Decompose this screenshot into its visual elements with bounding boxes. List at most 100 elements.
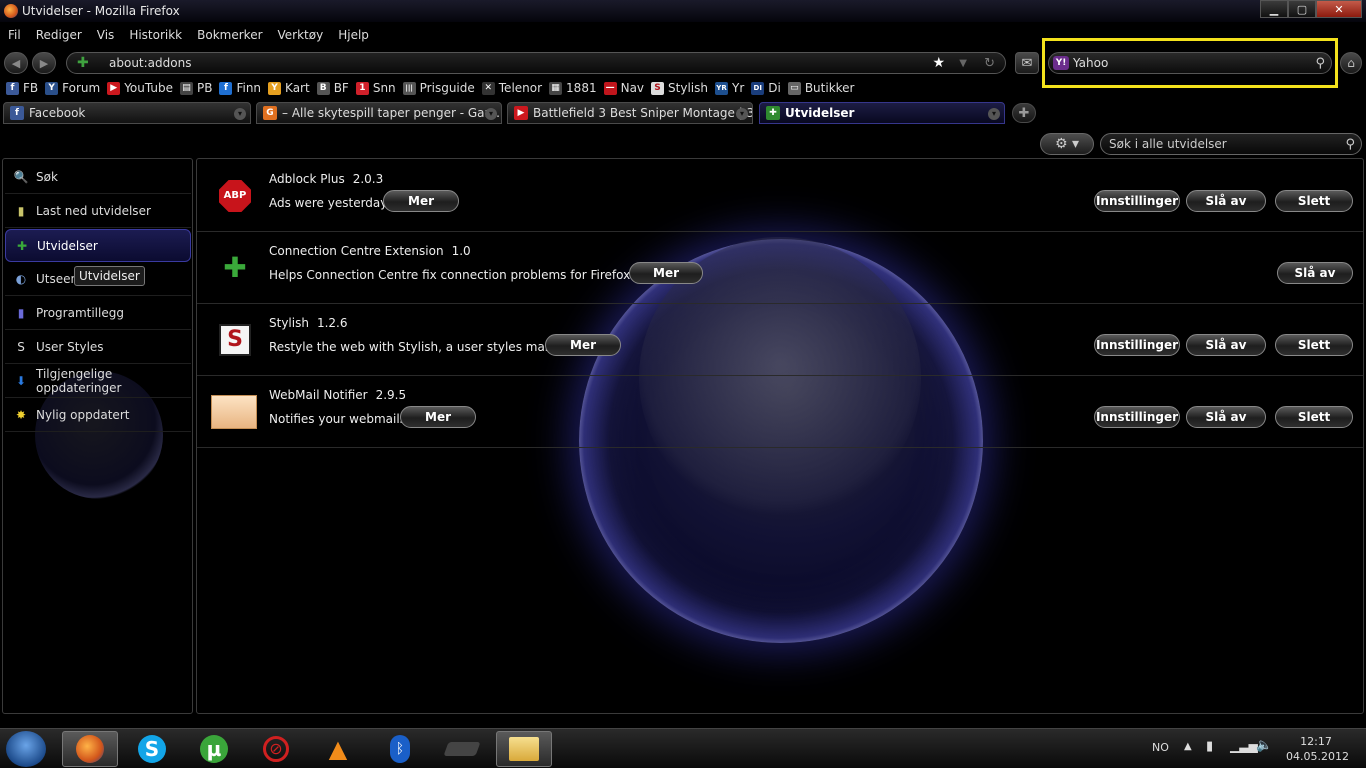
remove-button[interactable]: Slett — [1275, 190, 1353, 212]
tab-close-icon[interactable]: ▾ — [736, 108, 748, 120]
skype-icon[interactable]: S — [124, 731, 180, 767]
bookmark-label: YouTube — [124, 81, 173, 95]
menu-view[interactable]: Vis — [97, 28, 115, 42]
addon-search-field[interactable]: ⚲ — [1100, 133, 1362, 155]
disable-button[interactable]: Slå av — [1186, 406, 1266, 428]
yr-icon: YR — [714, 81, 728, 95]
forward-arrow-icon: ▶ — [39, 56, 49, 70]
ps3-icon[interactable] — [434, 731, 490, 767]
tab-close-icon[interactable]: ▾ — [988, 108, 1000, 120]
bookmark-yr[interactable]: YR Yr — [714, 81, 744, 95]
new-tab-button[interactable]: ✚ — [1012, 103, 1036, 123]
search-icon[interactable]: ⚲ — [1345, 137, 1355, 152]
menu-help[interactable]: Hjelp — [338, 28, 369, 42]
firefox-icon[interactable] — [62, 731, 118, 767]
settings-button[interactable]: Innstillinger — [1094, 334, 1180, 356]
bookmark-kart[interactable]: Y Kart — [268, 81, 310, 95]
menu-file[interactable]: Fil — [8, 28, 21, 42]
addon-row[interactable]: WebMail Notifier 2.9.5 Notifies your webma… — [197, 376, 1363, 448]
forum-icon: Y — [45, 81, 59, 95]
url-text[interactable]: about:addons — [109, 56, 191, 70]
tab-2[interactable]: G – Alle skytespill taper penger - Gam...… — [256, 102, 502, 124]
bookmark-nav[interactable]: — Nav — [603, 81, 645, 95]
bookmark-youtube[interactable]: ▶ YouTube — [107, 81, 173, 95]
bookmark-pb[interactable]: ▤ PB — [179, 81, 212, 95]
bookmark-di[interactable]: DI Di — [751, 81, 781, 95]
bookmark-star-icon[interactable]: ★ — [932, 55, 945, 71]
bookmark-snn[interactable]: 1 Snn — [355, 81, 396, 95]
bookmark-1881[interactable]: ▦ 1881 — [549, 81, 597, 95]
disable-button[interactable]: Slå av — [1186, 190, 1266, 212]
search-bar[interactable]: Y! Yahoo ⚲ — [1048, 52, 1332, 74]
settings-button[interactable]: Innstillinger — [1094, 406, 1180, 428]
search-icon[interactable]: ⚲ — [1315, 56, 1325, 71]
blocked-icon[interactable]: ⊘ — [248, 731, 304, 767]
tab-1[interactable]: f Facebook ▾ — [3, 102, 251, 124]
webmail-button[interactable]: ✉ — [1015, 52, 1039, 74]
more-button[interactable]: Mer — [400, 406, 476, 428]
addon-row[interactable]: ABP Adblock Plus 2.0.3 Ads were yesterday! M… — [197, 160, 1363, 232]
addon-row[interactable]: ✚ Connection Centre Extension 1.0 Helps Con… — [197, 232, 1363, 304]
minimize-button[interactable]: ▁ — [1260, 0, 1288, 18]
addon-row[interactable]: S Stylish 1.2.6 Restyle the web with Stylis… — [197, 304, 1363, 376]
network-icon[interactable]: ▁▃▅ — [1230, 739, 1258, 753]
volume-icon[interactable]: 🔈 — [1256, 738, 1272, 753]
utorrent-icon[interactable]: µ — [186, 731, 242, 767]
vlc-icon[interactable]: ▲ — [310, 731, 366, 767]
reload-icon[interactable]: ↻ — [984, 56, 995, 71]
close-button[interactable]: ✕ — [1316, 0, 1362, 18]
bookmarks-toolbar: f FB Y Forum ▶ YouTube ▤ PB f Finn Y Kart B BF 1 Snn |||… — [0, 78, 862, 98]
bookmark-butikker[interactable]: ▭ Butikker — [787, 81, 855, 95]
bookmark-finn[interactable]: f Finn — [219, 81, 261, 95]
menu-tools[interactable]: Verktøy — [278, 28, 324, 42]
home-button[interactable]: ⌂ — [1340, 52, 1362, 74]
back-button[interactable]: ◀ — [4, 52, 28, 74]
dropdown-arrow-icon[interactable]: ▼ — [959, 58, 967, 69]
bookmark-forum[interactable]: Y Forum — [45, 81, 100, 95]
url-bar[interactable]: ✚ about:addons ★ ▼ ↻ — [66, 52, 1006, 74]
tray-expand-icon[interactable]: ▲ — [1184, 741, 1192, 752]
tab-3[interactable]: ▶ Battlefield 3 Best Sniper Montage | 3..… — [507, 102, 753, 124]
language-indicator[interactable]: NO — [1152, 741, 1169, 754]
bookmark-bf[interactable]: B BF — [316, 81, 349, 95]
sidebar-item-plugins[interactable]: ▮ Programtillegg — [5, 297, 191, 330]
tools-gear-button[interactable]: ⚙ ▾ — [1040, 133, 1094, 155]
addon-version: 2.0.3 — [352, 172, 384, 186]
menu-edit[interactable]: Rediger — [36, 28, 82, 42]
addon-search-input[interactable] — [1109, 137, 1329, 151]
sidebar-item-extensions[interactable]: ✚ Utvidelser — [5, 229, 191, 262]
remove-button[interactable]: Slett — [1275, 334, 1353, 356]
system-clock[interactable]: 12:17 04.05.2012 — [1286, 734, 1349, 764]
sidebar-item-recent-updates[interactable]: ✸ Nylig oppdatert — [5, 399, 191, 432]
addon-description: Ads were yesterday! — [269, 196, 393, 210]
tab-4[interactable]: ✚ Utvidelser ▾ — [759, 102, 1005, 124]
bookmark-label: Nav — [620, 81, 645, 95]
bookmark-fb[interactable]: f FB — [6, 81, 38, 95]
forward-button[interactable]: ▶ — [32, 52, 56, 74]
more-button[interactable]: Mer — [629, 262, 703, 284]
bookmark-stylish[interactable]: S Stylish — [651, 81, 708, 95]
menu-history[interactable]: Historikk — [129, 28, 182, 42]
sidebar-item-updates[interactable]: ⬇ Tilgjengelige oppdateringer — [5, 365, 191, 398]
yahoo-icon[interactable]: Y! — [1053, 56, 1069, 70]
bookmark-prisguide[interactable]: ||| Prisguide — [402, 81, 475, 95]
tab-close-icon[interactable]: ▾ — [234, 108, 246, 120]
power-icon[interactable]: ▮ — [1206, 739, 1213, 754]
explorer-icon[interactable] — [496, 731, 552, 767]
bluetooth-icon[interactable]: ᛒ — [372, 731, 428, 767]
start-button[interactable] — [6, 731, 46, 767]
menu-bookmarks[interactable]: Bokmerker — [197, 28, 262, 42]
settings-button[interactable]: Innstillinger — [1094, 190, 1180, 212]
disable-button[interactable]: Slå av — [1186, 334, 1266, 356]
tab-close-icon[interactable]: ▾ — [485, 108, 497, 120]
maximize-button[interactable]: ▢ — [1288, 0, 1316, 18]
more-button[interactable]: Mer — [383, 190, 459, 212]
bookmark-telenor[interactable]: ✕ Telenor — [481, 81, 542, 95]
sidebar-item-search[interactable]: 🔍 Søk — [5, 161, 191, 194]
sidebar-item-user-styles[interactable]: S User Styles — [5, 331, 191, 364]
more-button[interactable]: Mer — [545, 334, 621, 356]
remove-button[interactable]: Slett — [1275, 406, 1353, 428]
sidebar-item-download-addons[interactable]: ▮ Last ned utvidelser — [5, 195, 191, 228]
search-engine-name[interactable]: Yahoo — [1073, 56, 1108, 70]
disable-button[interactable]: Slå av — [1277, 262, 1353, 284]
